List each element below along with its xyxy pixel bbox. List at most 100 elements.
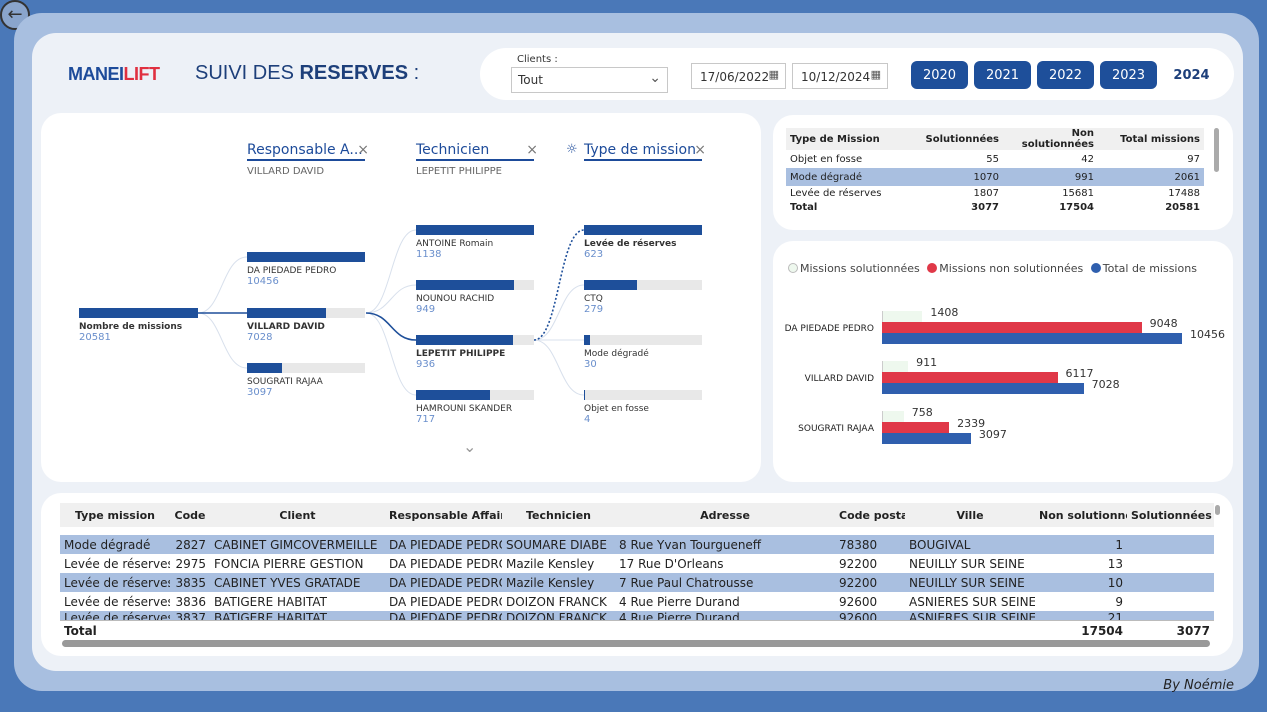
cell: DA PIEDADE PEDRO	[389, 537, 502, 552]
tree-node-value: 10456	[247, 276, 279, 287]
cell: Levée de réserves	[790, 187, 882, 199]
tree-node-bar	[79, 308, 198, 318]
chart-bar[interactable]	[882, 361, 909, 372]
cell: 92600	[839, 594, 878, 609]
cell: BATIGERE HABITAT	[214, 594, 328, 609]
expand-chevron-down-icon[interactable]: ⌄	[463, 437, 476, 456]
chart-category-label: SOUGRATI RAJAA	[798, 424, 874, 434]
chart-data-label: 758	[911, 406, 933, 419]
detail-header-row[interactable]: Type mission Code Client Responsable Affair…	[60, 503, 1214, 527]
col-header[interactable]: Type mission	[60, 509, 170, 522]
legend-label[interactable]: Missions non solutionnées	[939, 262, 1083, 275]
tree-node[interactable]: Levée de réserves 623	[584, 225, 702, 260]
col-header[interactable]: Code postal	[835, 509, 905, 522]
cell: 2975	[175, 556, 206, 571]
col-header[interactable]: Responsable Affaire	[385, 509, 502, 522]
legend-dot-solutionnees	[788, 263, 798, 273]
table-row[interactable]: Levée de réserves 2975 FONCIA PIERRE GESTI…	[60, 554, 1214, 573]
tree-node-label: VILLARD DAVID	[247, 322, 325, 332]
cell: Objet en fosse	[790, 153, 863, 165]
tree-node[interactable]: CTQ 279	[584, 280, 702, 315]
tree-node[interactable]: LEPETIT PHILIPPE 936	[416, 335, 534, 370]
summary-scrollbar[interactable]	[1214, 128, 1219, 172]
total-solutionnees: 3077	[1176, 623, 1210, 638]
cell: ASNIERES SUR SEINE	[909, 594, 1035, 609]
tree-node-fill	[584, 335, 590, 345]
tree-node-label: SOUGRATI RAJAA	[247, 377, 323, 387]
table-row[interactable]: Mode dégradé 2827 CABINET GIMCOVERMEILLE DA…	[60, 535, 1214, 554]
col-header[interactable]: Code	[170, 509, 210, 522]
legend-label[interactable]: Total de missions	[1103, 262, 1197, 275]
chart-category-label: DA PIEDADE PEDRO	[784, 324, 874, 334]
tree-node-value: 4	[584, 414, 591, 425]
col-header[interactable]: Adresse	[615, 509, 835, 522]
col-header[interactable]: Solutionnées	[903, 134, 1003, 145]
col-header[interactable]: Technicien	[502, 509, 615, 522]
cell: BOUGIVAL	[909, 537, 971, 552]
cell: 21	[1107, 611, 1123, 620]
table-row[interactable]: Objet en fosse 55 42 97	[786, 150, 1204, 168]
col-header[interactable]: Non solutionnées	[1003, 128, 1098, 150]
tree-root-node[interactable]: Nombre de missions 20581	[79, 308, 198, 343]
tree-node-label: CTQ	[584, 294, 603, 304]
chart-bar[interactable]	[882, 333, 1182, 344]
col-header[interactable]: Ville	[905, 509, 1035, 522]
tree-node[interactable]: NOUNOU RACHID 949	[416, 280, 534, 315]
table-row[interactable]: Levée de réserves 3836 BATIGERE HABITAT DA …	[60, 592, 1214, 611]
col-header[interactable]: Total missions	[1098, 134, 1204, 145]
tree-node-value: 623	[584, 249, 604, 260]
tree-node-bar	[247, 308, 365, 318]
cell: DA PIEDADE PEDRO	[389, 594, 502, 609]
tree-node[interactable]: HAMROUNI SKANDER 717	[416, 390, 534, 425]
tree-node-label: LEPETIT PHILIPPE	[416, 349, 506, 359]
chart-bar[interactable]	[882, 311, 923, 322]
tree-node-fill	[416, 280, 514, 290]
col-header[interactable]: Type de Mission	[786, 134, 903, 145]
tree-node-fill	[247, 308, 327, 318]
table-row[interactable]: Levée de réserves 3837 BATIGERE HABITAT DA …	[60, 611, 1214, 620]
chart-bar[interactable]	[882, 411, 904, 422]
tree-node[interactable]: Mode dégradé 30	[584, 335, 702, 370]
legend-label[interactable]: Missions solutionnées	[800, 262, 920, 275]
total-non-solutionnees: 17504	[1081, 623, 1123, 638]
tree-node-value: 279	[584, 304, 604, 315]
tree-node-bar	[416, 280, 534, 290]
tree-node-fill	[247, 363, 283, 373]
tree-node[interactable]: ANTOINE Romain 1138	[416, 225, 534, 260]
tree-node[interactable]: SOUGRATI RAJAA 3097	[247, 363, 365, 398]
tree-node-label: Nombre de missions	[79, 322, 183, 332]
table-row[interactable]: Levée de réserves 3835 CABINET YVES GRATAD…	[60, 573, 1214, 592]
tree-node[interactable]: VILLARD DAVID 7028	[247, 308, 365, 343]
cell: DA PIEDADE PEDRO	[389, 575, 502, 590]
chart-bar[interactable]	[882, 322, 1142, 333]
col-header[interactable]: Non solutionnées	[1035, 509, 1127, 522]
cell: DA PIEDADE PEDRO	[389, 611, 502, 620]
tree-node-bar	[416, 335, 534, 345]
cell: 17504	[1059, 201, 1094, 213]
cell: 97	[1187, 153, 1200, 165]
tree-node-fill	[416, 390, 491, 400]
chart-bar[interactable]	[882, 422, 950, 433]
cell: 3836	[175, 594, 206, 609]
tree-node-value: 717	[416, 414, 436, 425]
cell: DA PIEDADE PEDRO	[389, 556, 502, 571]
col-header[interactable]: Client	[210, 509, 385, 522]
table-row[interactable]: Levée de réserves 1807 15681 17488	[786, 186, 1204, 200]
tree-node[interactable]: Objet en fosse 4	[584, 390, 702, 425]
cell: 17 Rue D'Orleans	[619, 556, 724, 571]
table-row[interactable]: Mode dégradé 1070 991 2061	[786, 168, 1204, 186]
legend-dot-total	[1090, 263, 1101, 273]
cell: CABINET YVES GRATADE	[214, 575, 361, 590]
summary-header-row: Type de Mission Solutionnées Non solutio…	[786, 128, 1204, 150]
col-header[interactable]: Solutionnées	[1127, 509, 1214, 522]
cell: 991	[1074, 171, 1094, 183]
chart-bar[interactable]	[882, 433, 971, 444]
tree-node-label: Mode dégradé	[584, 349, 649, 359]
detail-scrollbar[interactable]	[1215, 505, 1220, 515]
tree-node[interactable]: DA PIEDADE PEDRO 10456	[247, 252, 365, 287]
cell: 3837	[175, 611, 206, 620]
chart-bar[interactable]	[882, 383, 1084, 394]
detail-total-row: Total 17504 3077	[60, 620, 1214, 640]
horizontal-scrollbar[interactable]	[62, 640, 1210, 647]
chart-bar[interactable]	[882, 372, 1058, 383]
